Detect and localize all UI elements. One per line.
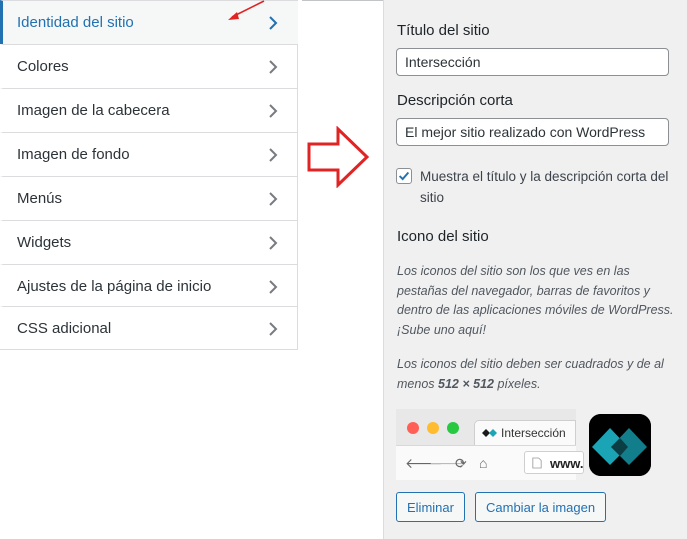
home-icon: ⌂ (479, 455, 488, 471)
preview-url: www. (550, 456, 584, 471)
chevron-right-icon (269, 191, 278, 206)
chevron-right-icon (269, 235, 278, 250)
chevron-right-icon (269, 59, 278, 74)
window-minimize-dot (427, 422, 439, 434)
menu-item-header-image[interactable]: Imagen de la cabecera (0, 88, 298, 132)
site-icon-requirements: Los iconos del sitio deben ser cuadrados… (397, 355, 677, 394)
tab-favicon-icon (482, 429, 497, 437)
menu-item-label: Imagen de la cabecera (17, 102, 170, 119)
chevron-right-icon (269, 147, 278, 162)
menu-item-homepage-settings[interactable]: Ajustes de la página de inicio (0, 264, 298, 308)
site-icon-browser-preview: Intersección 🡐 🡒 ⟳ ⌂ www. (396, 409, 584, 480)
site-icon-heading: Icono del sitio (397, 228, 489, 245)
window-maximize-dot (447, 422, 459, 434)
menu-item-label: Imagen de fondo (17, 146, 130, 163)
display-title-checkbox-label: Muestra el título y la descripción corta… (420, 169, 669, 205)
preview-address-bar: 🡐 🡒 ⟳ ⌂ www. (396, 445, 584, 480)
menu-item-label: Ajustes de la página de inicio (17, 278, 212, 295)
page-icon (532, 457, 542, 469)
menu-item-label: CSS adicional (17, 320, 112, 337)
site-icon-image (589, 414, 651, 476)
preview-tab-title: Intersección (501, 426, 566, 440)
menu-item-widgets[interactable]: Widgets (0, 220, 298, 264)
site-title-input[interactable] (396, 48, 669, 76)
window-close-dot (407, 422, 419, 434)
menu-item-label: Widgets (17, 234, 72, 251)
annotation-right-arrow-icon (307, 126, 370, 188)
menu-item-background-image[interactable]: Imagen de fondo (0, 132, 298, 176)
customizer-menu: Identidad del sitio Colores Imagen de la… (0, 0, 298, 350)
chevron-right-icon (269, 103, 278, 118)
preview-browser-tab: Intersección (474, 420, 576, 445)
site-icon-logo (589, 414, 651, 476)
annotation-pointer-arrow (228, 0, 265, 20)
site-identity-panel: Título del sitio Descripción corta Muest… (383, 0, 687, 539)
chevron-right-icon (269, 15, 278, 30)
site-title-label: Título del sitio (397, 22, 490, 39)
change-icon-button[interactable]: Cambiar la imagen (475, 492, 607, 522)
checkmark-icon (398, 171, 410, 181)
site-icon-description: Los iconos del sitio son los que ves en … (397, 264, 674, 337)
reload-icon: ⟳ (455, 455, 467, 471)
remove-icon-button[interactable]: Eliminar (396, 492, 465, 522)
requirements-size: 512 × 512 (438, 376, 494, 391)
menu-item-additional-css[interactable]: CSS adicional (0, 306, 298, 350)
preview-url-box: www. (524, 451, 584, 474)
menu-item-label: Colores (17, 58, 69, 75)
menu-item-menus[interactable]: Menús (0, 176, 298, 220)
chevron-right-icon (269, 321, 278, 336)
preview-tab-bar: Intersección (396, 409, 576, 445)
chevron-right-icon (269, 279, 278, 294)
tagline-label: Descripción corta (397, 92, 513, 109)
menu-item-label: Menús (17, 190, 63, 207)
display-title-checkbox[interactable] (396, 168, 412, 184)
tagline-input[interactable] (396, 118, 669, 146)
requirements-suffix: píxeles. (497, 376, 541, 391)
menu-item-colors[interactable]: Colores (0, 44, 298, 88)
menu-item-label: Identidad del sitio (17, 14, 134, 31)
